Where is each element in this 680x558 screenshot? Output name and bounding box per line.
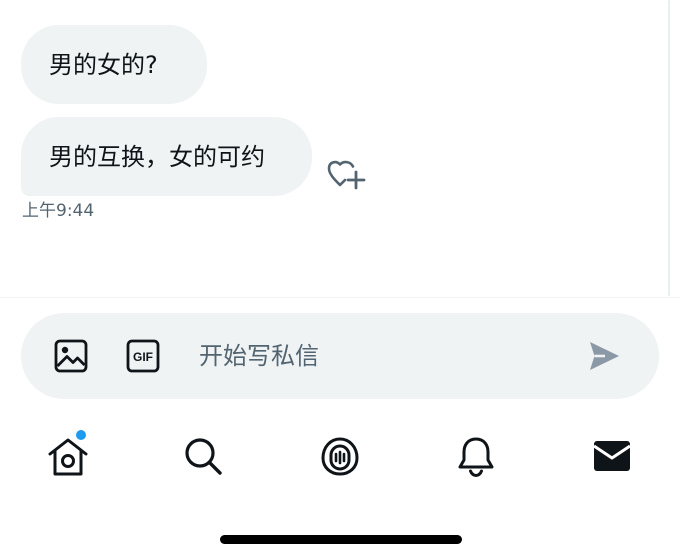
dm-conversation-screen: 男的女的? 男的互换，女的可约 上午9:44 GIF: [0, 0, 680, 558]
gif-icon: GIF: [126, 339, 160, 373]
home-indicator[interactable]: [220, 535, 462, 544]
send-icon: [590, 342, 619, 370]
home-icon: [48, 438, 88, 476]
tab-spaces[interactable]: [318, 434, 362, 478]
message-bubble[interactable]: 男的女的?: [21, 25, 207, 104]
divider: [0, 297, 680, 298]
bell-icon: [458, 437, 494, 478]
send-button[interactable]: [587, 339, 621, 373]
heart-plus-icon: [327, 160, 366, 190]
add-gif-button[interactable]: GIF: [125, 338, 161, 374]
message-input[interactable]: [199, 337, 579, 375]
tab-messages[interactable]: [590, 434, 634, 478]
add-media-button[interactable]: [53, 338, 89, 374]
message-text: 男的互换，女的可约: [49, 142, 265, 171]
message-timestamp: 上午9:44: [22, 201, 95, 221]
tab-home[interactable]: [46, 434, 90, 478]
message-bubble[interactable]: 男的互换，女的可约: [21, 117, 312, 196]
scrollbar[interactable]: [668, 0, 670, 296]
unread-indicator: [76, 430, 86, 440]
message-text: 男的女的?: [49, 50, 158, 79]
gif-label: GIF: [133, 350, 153, 364]
tab-notifications[interactable]: [454, 434, 498, 478]
dm-composer: GIF: [21, 313, 659, 399]
mail-icon: [593, 441, 631, 471]
search-icon: [185, 438, 222, 475]
tab-search[interactable]: [181, 434, 225, 478]
spaces-icon: [321, 437, 359, 476]
image-icon: [54, 339, 88, 373]
add-reaction-button[interactable]: [326, 156, 368, 194]
